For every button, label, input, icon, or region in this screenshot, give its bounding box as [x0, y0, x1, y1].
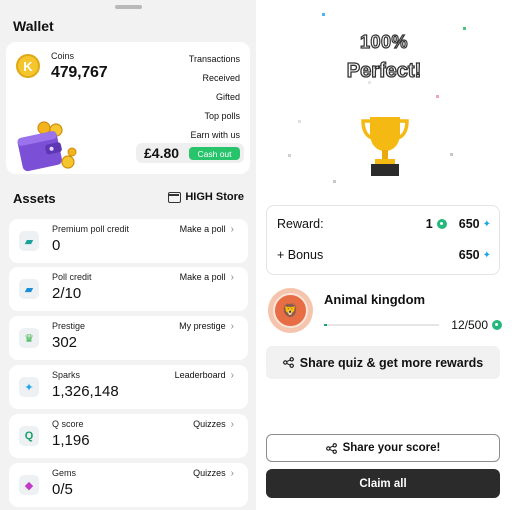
- confetti-piece: [298, 120, 301, 123]
- chevron-right-icon: ›: [230, 272, 234, 283]
- quizzes-link[interactable]: Quizzes ›: [193, 468, 234, 479]
- wallet-sheet: Wallet K Coins 479,767 Transactions Rece…: [0, 0, 256, 510]
- claim-all-button[interactable]: Claim all: [266, 469, 500, 498]
- gifted-link[interactable]: Gifted: [189, 88, 240, 107]
- assets-heading: Assets: [13, 191, 56, 206]
- category-progress-text: 12/500: [451, 318, 488, 332]
- asset-value: 302: [52, 334, 78, 351]
- asset-link-label: Leaderboard: [174, 370, 226, 380]
- lion-icon: 🦁: [273, 293, 308, 328]
- chevron-right-icon: ›: [230, 370, 234, 381]
- share-icon: [325, 442, 337, 454]
- cash-out-button[interactable]: Cash out: [189, 147, 240, 160]
- category-progress: 12/500: [451, 318, 502, 332]
- ticket-icon: ▰: [19, 231, 39, 251]
- score-percent: 100%: [359, 31, 409, 52]
- sparkle-icon: ✦: [482, 249, 491, 261]
- quizzes-link[interactable]: Quizzes ›: [193, 419, 234, 430]
- confetti-piece: [463, 27, 466, 30]
- asset-link-label: My prestige: [179, 321, 226, 331]
- asset-label: Gems: [52, 468, 77, 478]
- my-prestige-link[interactable]: My prestige ›: [179, 321, 234, 332]
- make-a-poll-link[interactable]: Make a poll ›: [180, 272, 234, 283]
- asset-value: 0: [52, 237, 61, 254]
- reward-row: Reward: 1 650 ✦: [277, 217, 491, 231]
- crown-icon: ♛: [19, 328, 39, 348]
- asset-row-poll-credit[interactable]: ▰ Poll credit 2/10 Make a poll ›: [9, 267, 248, 311]
- transactions-link[interactable]: Transactions: [189, 50, 240, 69]
- share-score-button[interactable]: Share your score!: [266, 434, 500, 462]
- sparkle-icon: ✦: [482, 218, 491, 230]
- asset-label: Prestige: [52, 321, 86, 331]
- bonus-label: + Bonus: [277, 248, 324, 262]
- leaderboard-link[interactable]: Leaderboard ›: [175, 370, 234, 381]
- coin-icon: K: [16, 54, 40, 78]
- asset-value: 1,196: [52, 432, 90, 449]
- category-progress-bar: [324, 324, 439, 326]
- q-icon: Q: [19, 426, 39, 446]
- share-score-label: Share your score!: [342, 442, 441, 454]
- cash-amount: £4.80: [144, 145, 180, 161]
- asset-value: 1,326,148: [52, 383, 119, 400]
- wallet-card: K Coins 479,767 Transactions Received Gi…: [6, 42, 250, 174]
- confetti-piece: [288, 154, 291, 157]
- sparkle-icon: ✦: [19, 377, 39, 397]
- chevron-right-icon: ›: [230, 321, 234, 332]
- coins-value: 479,767: [51, 64, 108, 81]
- gem-icon: ◆: [19, 475, 39, 495]
- chevron-right-icon: ›: [230, 224, 234, 235]
- q-score-icon: [436, 219, 447, 229]
- share-quiz-button[interactable]: Share quiz & get more rewards: [266, 346, 500, 379]
- reward-label: Reward:: [277, 217, 324, 231]
- confetti-piece: [322, 13, 325, 16]
- reward-sparks-value: 650: [458, 217, 480, 231]
- asset-link-label: Quizzes: [193, 419, 226, 429]
- high-store-link[interactable]: HIGH Store: [168, 191, 244, 203]
- received-link[interactable]: Received: [189, 69, 240, 88]
- bonus-row: + Bonus 650 ✦: [277, 248, 491, 262]
- reward-card: Reward: 1 650 ✦ + Bonus 650 ✦: [266, 205, 500, 275]
- result-headline: Perfect!: [346, 59, 422, 82]
- asset-label: Poll credit: [52, 272, 92, 282]
- wallet-links: Transactions Received Gifted Top polls E…: [189, 50, 240, 145]
- reward-q-value: 1: [425, 217, 433, 231]
- asset-label: Premium poll credit: [52, 224, 130, 234]
- confetti-piece: [450, 153, 453, 156]
- asset-link-label: Quizzes: [193, 468, 226, 478]
- store-icon: [168, 191, 182, 203]
- asset-row-premium-poll-credit[interactable]: ▰ Premium poll credit 0 Make a poll ›: [9, 219, 248, 263]
- asset-label: Q score: [52, 419, 84, 429]
- confetti-piece: [436, 95, 439, 98]
- top-polls-link[interactable]: Top polls: [189, 107, 240, 126]
- wallet-heading: Wallet: [13, 18, 54, 34]
- asset-row-gems[interactable]: ◆ Gems 0/5 Quizzes ›: [9, 463, 248, 507]
- confetti-piece: [333, 180, 336, 183]
- store-label: HIGH Store: [185, 191, 244, 203]
- asset-value: 2/10: [52, 285, 82, 302]
- q-score-icon: [492, 320, 502, 330]
- asset-link-label: Make a poll: [179, 272, 226, 282]
- chevron-right-icon: ›: [230, 419, 234, 430]
- wallet-illustration: [17, 121, 77, 172]
- share-icon: [282, 357, 294, 368]
- trophy-icon: [361, 117, 409, 176]
- asset-row-prestige[interactable]: ♛ Prestige 302 My prestige ›: [9, 316, 248, 360]
- asset-value: 0/5: [52, 481, 73, 498]
- bonus-sparks-value: 650: [458, 248, 480, 262]
- asset-label: Sparks: [52, 370, 81, 380]
- category-title: Animal kingdom: [324, 292, 426, 307]
- coins-label: Coins: [51, 51, 75, 61]
- cash-balance: £4.80 Cash out: [136, 143, 244, 163]
- asset-row-sparks[interactable]: ✦ Sparks 1,326,148 Leaderboard ›: [9, 365, 248, 409]
- make-a-poll-link[interactable]: Make a poll ›: [180, 224, 234, 235]
- category-progress-fill: [324, 324, 328, 326]
- share-quiz-label: Share quiz & get more rewards: [299, 355, 484, 370]
- asset-link-label: Make a poll: [179, 224, 226, 234]
- quiz-result-screen: 100% Perfect! Reward: 1 650 ✦ + Bonus 65…: [256, 0, 512, 510]
- ticket-icon: ▰: [19, 279, 39, 299]
- category-badge: 🦁: [268, 288, 313, 333]
- asset-row-q-score[interactable]: Q Q score 1,196 Quizzes ›: [9, 414, 248, 458]
- sheet-drag-handle[interactable]: [115, 5, 142, 9]
- chevron-right-icon: ›: [230, 468, 234, 479]
